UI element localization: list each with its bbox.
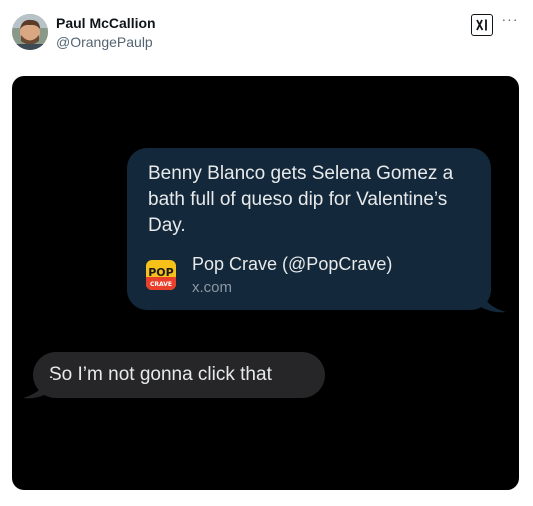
link-title: Pop Crave (@PopCrave) <box>192 254 393 274</box>
sent-message-text: Benny Blanco gets Selena Gomez a bath fu… <box>148 163 454 236</box>
received-message-text: So I’m not gonna click that <box>49 364 272 385</box>
author-handle[interactable]: @OrangePaulp <box>56 34 153 50</box>
avatar[interactable] <box>12 14 48 50</box>
sent-message-bubble: Benny Blanco gets Selena Gomez a bath fu… <box>127 148 491 310</box>
more-options-icon[interactable]: ··· <box>500 11 520 31</box>
post-header: Paul McCallion @OrangePaulp ··· <box>0 0 533 72</box>
received-message-bubble: So I’m not gonna click that <box>33 352 325 398</box>
link-domain: x.com <box>192 279 233 296</box>
sent-bubble-tail <box>474 288 506 313</box>
xai-logo-icon[interactable] <box>471 14 493 36</box>
link-preview: POP CRAVE Pop Crave (@PopCrave) x.com <box>146 254 476 302</box>
crave-icon-text: CRAVE <box>150 281 172 288</box>
author-name[interactable]: Paul McCallion <box>56 15 156 31</box>
pop-crave-logo-icon: POP CRAVE <box>146 260 176 290</box>
received-bubble-tail <box>23 378 53 399</box>
post-media-image[interactable]: Benny Blanco gets Selena Gomez a bath fu… <box>12 76 519 490</box>
pop-icon-text: POP <box>148 266 173 279</box>
